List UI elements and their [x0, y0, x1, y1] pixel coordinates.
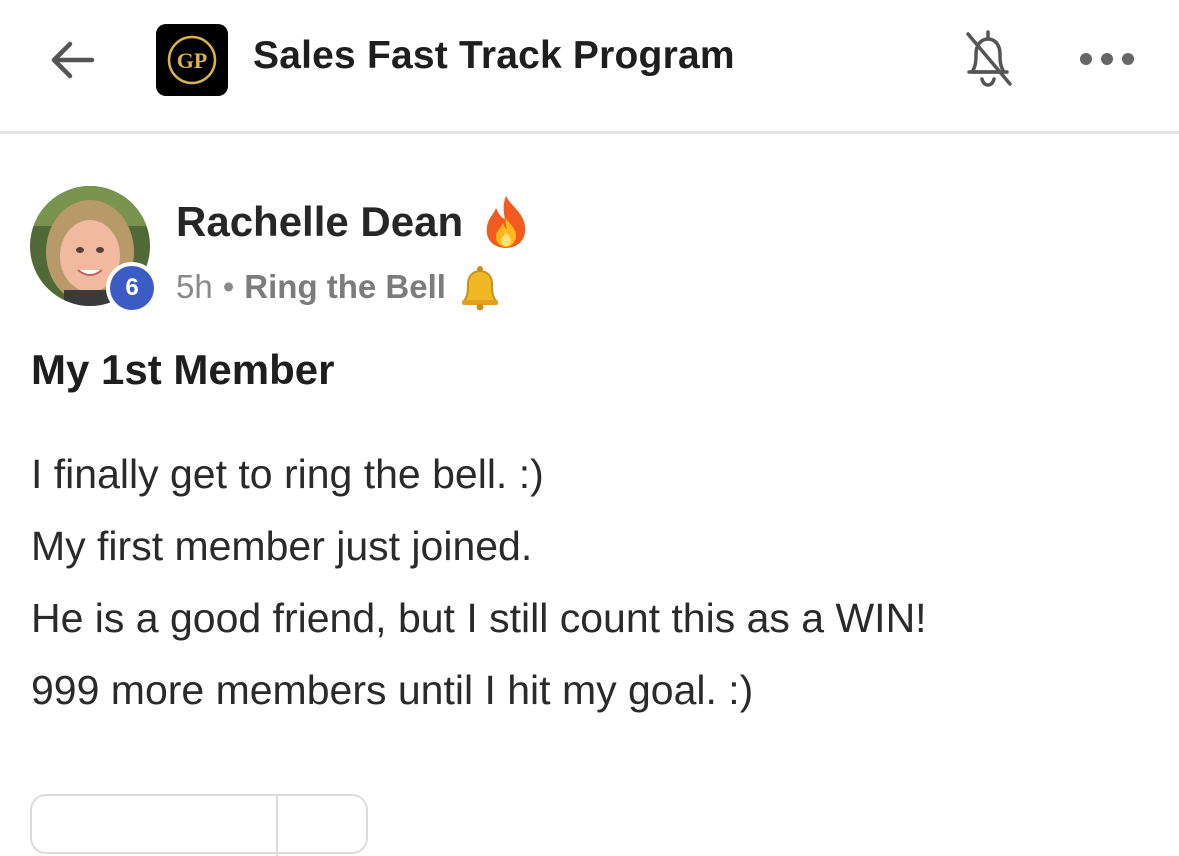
meta-separator: •	[222, 268, 235, 305]
notifications-toggle-button[interactable]	[958, 26, 1018, 92]
post-title: My 1st Member	[31, 346, 335, 393]
more-options-button[interactable]	[1078, 48, 1136, 70]
top-app-bar: GP Sales Fast Track Program	[0, 0, 1179, 134]
author-name[interactable]: Rachelle Dean	[176, 198, 463, 246]
action-divider	[276, 796, 278, 856]
post-time: 5h	[176, 268, 213, 305]
back-button[interactable]	[44, 30, 104, 90]
gp-logo-icon: GP	[167, 35, 217, 85]
fire-icon	[486, 196, 526, 248]
post-body-line: 999 more members until I hit my goal. :)	[31, 667, 754, 713]
author-avatar-container[interactable]: 6	[30, 186, 162, 318]
post-actions-bar[interactable]	[30, 794, 368, 856]
arrow-left-icon	[51, 41, 95, 79]
author-row: Rachelle Dean	[176, 194, 531, 250]
post-meta-row: 5h • Ring the Bell	[176, 264, 504, 311]
more-horizontal-icon	[1080, 53, 1134, 65]
level-badge: 6	[106, 262, 158, 314]
group-title[interactable]: Sales Fast Track Program	[253, 34, 735, 78]
post-body-line: My first member just joined.	[31, 523, 533, 569]
post-body: I finally get to ring the bell. :) My fi…	[31, 438, 1151, 726]
post-body-line: He is a good friend, but I still count t…	[31, 595, 927, 641]
post-category-link[interactable]: Ring the Bell	[244, 268, 446, 306]
post-body-line: I finally get to ring the bell. :)	[31, 451, 544, 497]
group-logo[interactable]: GP	[156, 24, 228, 96]
logo-text: GP	[177, 48, 208, 73]
bell-off-icon	[966, 30, 1012, 87]
bell-icon	[461, 266, 499, 311]
